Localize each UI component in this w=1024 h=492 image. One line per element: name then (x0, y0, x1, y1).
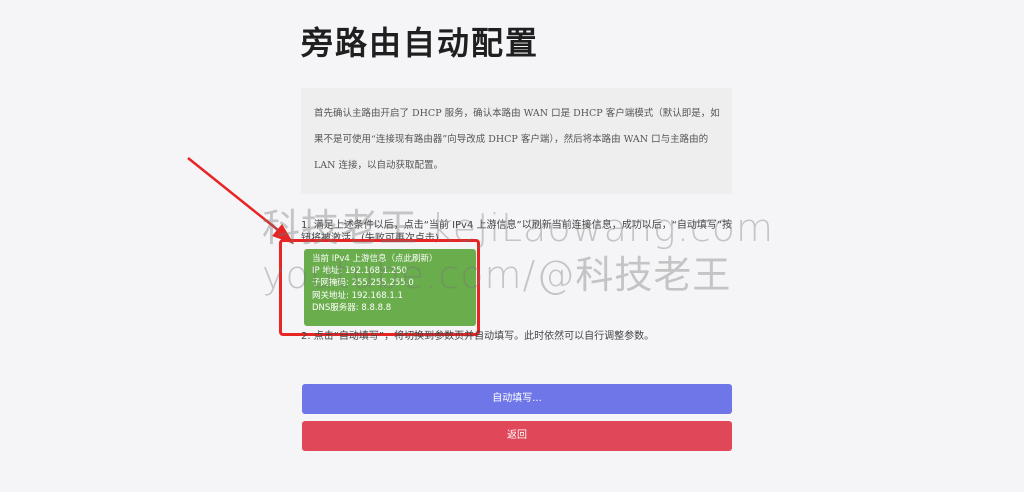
step-2-text: 2. 点击“自动填写”，将切换到参数页并自动填写。此时依然可以自行调整参数。 (301, 331, 655, 342)
back-button[interactable]: 返回 (302, 421, 732, 451)
auto-fill-button[interactable]: 自动填写... (302, 384, 732, 414)
annotation-arrow-icon (187, 157, 294, 244)
